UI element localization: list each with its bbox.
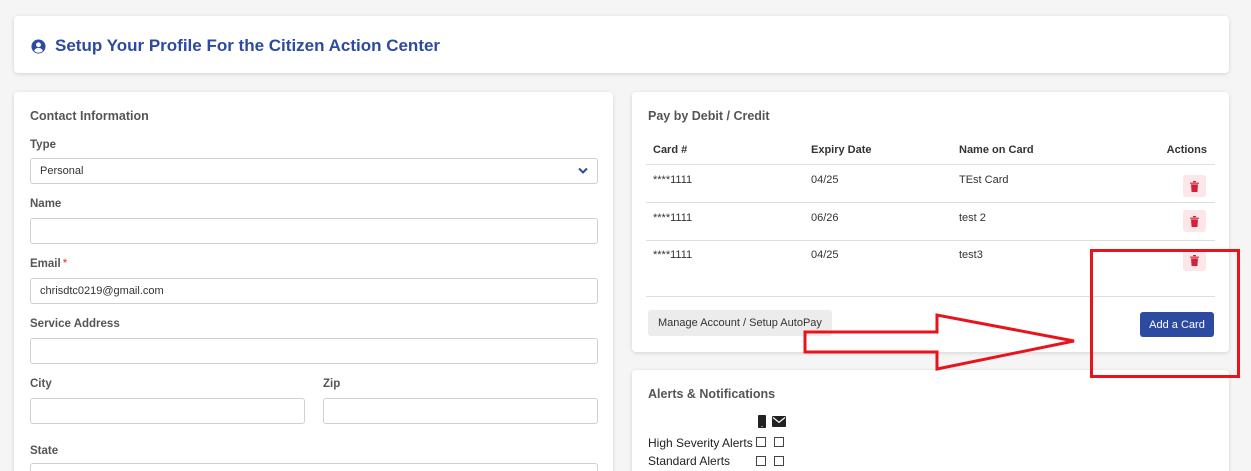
column-header-card-number: Card # [653,144,688,156]
add-card-button[interactable]: Add a Card [1140,312,1214,337]
payment-section-title: Pay by Debit / Credit [648,109,770,123]
user-circle-icon [31,38,46,54]
card-number-cell: ****1111 [653,249,693,261]
state-field[interactable] [30,463,598,471]
standard-email-checkbox[interactable] [774,456,784,466]
zip-field[interactable] [323,398,598,424]
email-label-text: Email [30,258,61,270]
email-field[interactable]: chrisdtc0219@gmail.com [30,278,598,304]
table-header-divider [646,164,1215,165]
state-label: State [30,445,59,457]
card-name-cell: TEst Card [959,174,1009,186]
chevron-down-icon [578,167,588,174]
trash-icon [1190,180,1199,192]
table-footer-divider [646,296,1215,297]
column-header-expiry: Expiry Date [811,144,872,156]
column-header-name: Name on Card [959,144,1034,156]
email-field-value: chrisdtc0219@gmail.com [40,285,164,297]
type-select[interactable]: Personal [30,158,598,184]
contact-section-title: Contact Information [30,109,149,123]
contact-card: Contact Information Type Personal Name E… [14,92,613,471]
type-select-value: Personal [40,165,84,177]
delete-card-button[interactable] [1183,175,1206,197]
delete-card-button[interactable] [1183,249,1206,271]
name-field[interactable] [30,218,598,244]
card-expiry-cell: 06/26 [811,212,839,224]
email-label: Email * [30,258,67,270]
card-number-cell: ****1111 [653,212,693,224]
delete-card-button[interactable] [1183,210,1206,232]
name-label: Name [30,198,62,210]
high-severity-sms-checkbox[interactable] [756,437,766,447]
card-expiry-cell: 04/25 [811,249,839,261]
city-field[interactable] [30,398,305,424]
column-header-actions: Actions [1166,144,1207,156]
high-severity-alerts-label: High Severity Alerts [648,436,753,450]
mobile-icon [758,415,766,428]
card-expiry-cell: 04/25 [811,174,839,186]
table-row-divider [646,202,1215,203]
page-title-text: Setup Your Profile For the Citizen Actio… [55,36,441,55]
service-address-label: Service Address [30,318,120,330]
standard-alerts-label: Standard Alerts [648,454,731,468]
envelope-icon [772,416,786,427]
card-number-cell: ****1111 [653,174,693,186]
manage-account-button[interactable]: Manage Account / Setup AutoPay [648,310,832,336]
alerts-card: Alerts & Notifications High Severity Ale… [632,370,1229,471]
zip-label: Zip [323,378,341,390]
trash-icon [1190,215,1199,227]
card-name-cell: test 2 [959,212,986,224]
card-name-cell: test3 [959,249,983,261]
header-card: Setup Your Profile For the Citizen Actio… [14,16,1229,73]
table-row-divider [646,240,1215,241]
service-address-field[interactable] [30,338,598,364]
standard-sms-checkbox[interactable] [756,456,766,466]
page-title: Setup Your Profile For the Citizen Actio… [31,36,440,56]
city-label: City [30,378,52,390]
payment-card: Pay by Debit / Credit Card # Expiry Date… [632,92,1229,352]
trash-icon [1190,254,1199,266]
high-severity-email-checkbox[interactable] [774,437,784,447]
required-marker: * [62,258,68,270]
alerts-section-title: Alerts & Notifications [648,387,776,401]
type-label: Type [30,139,56,151]
